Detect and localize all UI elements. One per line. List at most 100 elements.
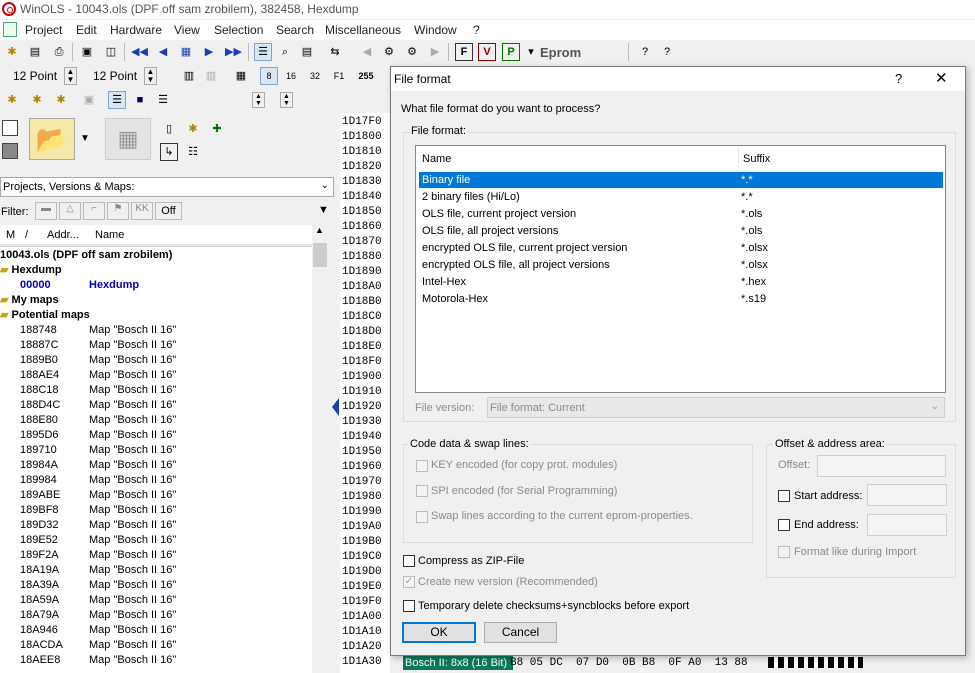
forward-gray-icon[interactable]: ▶: [426, 43, 444, 61]
file-format-row[interactable]: 2 binary files (Hi/Lo) *.*: [419, 189, 943, 205]
filter-icon-5[interactable]: KK: [131, 202, 153, 220]
filter-dropdown-icon[interactable]: ▼: [318, 204, 329, 216]
menu-miscellaneous[interactable]: Miscellaneous: [325, 23, 401, 37]
map-row[interactable]: 188E80 Map "Bosch II 16": [0, 413, 310, 428]
start-address-field[interactable]: [867, 484, 947, 506]
file-format-row[interactable]: encrypted OLS file, all project versions…: [419, 257, 943, 273]
wand2-icon[interactable]: ✱: [28, 91, 46, 109]
wand3-icon[interactable]: ✱: [52, 91, 70, 109]
map-row[interactable]: 189ABE Map "Bosch II 16": [0, 488, 310, 503]
spin3-icon[interactable]: ▲ ▼: [252, 92, 265, 108]
map-row[interactable]: 18984A Map "Bosch II 16": [0, 458, 310, 473]
map-row[interactable]: 188D4C Map "Bosch II 16": [0, 398, 310, 413]
file-format-row[interactable]: Intel-Hex *.hex: [419, 274, 943, 290]
open-project-icon[interactable]: 📂: [29, 118, 75, 160]
last-icon[interactable]: ▶▶: [224, 43, 242, 61]
map-row[interactable]: 18A79A Map "Bosch II 16": [0, 608, 310, 623]
tree-hexdump-folder[interactable]: ▰ Hexdump: [0, 263, 62, 278]
map-row[interactable]: 18AEE8 Map "Bosch II 16": [0, 653, 310, 668]
filter-off-button[interactable]: Off: [155, 202, 182, 220]
end-address-field[interactable]: [867, 514, 947, 536]
map-row[interactable]: 189710 Map "Bosch II 16": [0, 443, 310, 458]
tree-mymaps-folder[interactable]: ▰ My maps: [0, 293, 59, 308]
bit8-button[interactable]: 8: [260, 67, 278, 85]
columns2-icon[interactable]: ▥: [202, 67, 220, 85]
hexdump-view-icon[interactable]: ☰: [108, 91, 126, 109]
swap-lines-checkbox[interactable]: [416, 511, 428, 523]
col-addr[interactable]: Addr...: [47, 229, 79, 241]
col-m[interactable]: M: [6, 229, 15, 241]
map-row[interactable]: 18A59A Map "Bosch II 16": [0, 593, 310, 608]
start-address-checkbox[interactable]: [778, 490, 790, 502]
map-row[interactable]: 1889B0 Map "Bosch II 16": [0, 353, 310, 368]
tools-icon[interactable]: ✱: [3, 43, 21, 61]
sheet-icon[interactable]: ▤: [298, 43, 316, 61]
key-encoded-checkbox[interactable]: [416, 460, 428, 472]
connect-icon[interactable]: ⇆: [326, 43, 344, 61]
new-icon[interactable]: [2, 120, 18, 136]
print-icon[interactable]: ⎙: [50, 43, 68, 61]
add-page-icon[interactable]: ▯: [160, 120, 178, 138]
list-col-suffix[interactable]: Suffix: [743, 153, 770, 165]
menu-help[interactable]: ?: [473, 23, 480, 37]
menu-selection[interactable]: Selection: [214, 23, 263, 37]
file-version-select[interactable]: File format: Current ⌄: [487, 397, 945, 418]
end-address-checkbox[interactable]: [778, 519, 790, 531]
file-format-row[interactable]: Motorola-Hex *.s19: [419, 291, 943, 307]
create-version-checkbox[interactable]: ✓: [403, 576, 415, 588]
nav1-icon[interactable]: ⚙: [380, 43, 398, 61]
menu-search[interactable]: Search: [276, 23, 314, 37]
columns-icon[interactable]: ▥: [180, 67, 198, 85]
f-icon[interactable]: F: [455, 43, 473, 61]
dialog-close-button[interactable]: ✕: [935, 69, 948, 87]
copy-gray-icon[interactable]: ▣: [80, 91, 98, 109]
ok-button[interactable]: OK: [402, 622, 476, 643]
projects-dropdown[interactable]: Projects, Versions & Maps: ⌄: [0, 177, 334, 197]
map-row[interactable]: 189D32 Map "Bosch II 16": [0, 518, 310, 533]
menu-window[interactable]: Window: [414, 23, 457, 37]
font-size-2[interactable]: 12 Point: [93, 69, 137, 83]
find-icon[interactable]: ⌕: [276, 43, 294, 61]
tree-root[interactable]: 10043.ols (DPF off sam zrobilem): [0, 248, 172, 263]
save-icon[interactable]: [2, 143, 18, 159]
map-row[interactable]: 18A946 Map "Bosch II 16": [0, 623, 310, 638]
menu-project[interactable]: Project: [25, 23, 62, 37]
temp-delete-checkbox[interactable]: [403, 600, 415, 612]
map-row[interactable]: 189984 Map "Bosch II 16": [0, 473, 310, 488]
dec-255-button[interactable]: 255: [357, 67, 375, 85]
file-format-row[interactable]: OLS file, current project version *.ols: [419, 206, 943, 222]
map-view-icon[interactable]: ■: [131, 91, 149, 109]
bit32-button[interactable]: 32: [306, 67, 324, 85]
map-row[interactable]: 189F2A Map "Bosch II 16": [0, 548, 310, 563]
scroll-up-icon[interactable]: ▲: [315, 225, 324, 235]
menu-view[interactable]: View: [174, 23, 200, 37]
hex-bytes[interactable]: B8 05 DC 07 D0 0B B8 0F A0 13 88: [510, 656, 770, 670]
context-help-icon[interactable]: ?: [658, 43, 676, 61]
eprom-dropdown-icon[interactable]: ▾: [522, 43, 540, 61]
filter-icon-2[interactable]: △: [59, 202, 81, 220]
tree-scrollbar[interactable]: ▲: [312, 223, 328, 673]
filter-icon-1[interactable]: ▬: [35, 202, 57, 220]
wand1-icon[interactable]: ✱: [3, 91, 21, 109]
file-format-row[interactable]: OLS file, all project versions *.ols: [419, 223, 943, 239]
offset-field[interactable]: [817, 455, 946, 477]
map-row[interactable]: 1895D6 Map "Bosch II 16": [0, 428, 310, 443]
p-icon[interactable]: P: [502, 43, 520, 61]
col-name[interactable]: Name: [95, 229, 124, 241]
table-icon[interactable]: ▦: [232, 67, 250, 85]
open-dropdown-icon[interactable]: ▼: [77, 118, 93, 160]
compress-zip-checkbox[interactable]: [403, 555, 415, 567]
spin1-icon[interactable]: ▲ ▼: [64, 67, 77, 85]
spin4-icon[interactable]: ▲ ▼: [280, 92, 293, 108]
app-menu-icon[interactable]: [3, 22, 17, 37]
puzzle-icon[interactable]: ✚: [208, 120, 226, 138]
map-row[interactable]: 18887C Map "Bosch II 16": [0, 338, 310, 353]
v-icon[interactable]: V: [478, 43, 496, 61]
map-row[interactable]: 18A19A Map "Bosch II 16": [0, 563, 310, 578]
nav2-icon[interactable]: ⚙: [403, 43, 421, 61]
list-edit-icon[interactable]: ☷: [184, 143, 202, 161]
map-row[interactable]: 188C18 Map "Bosch II 16": [0, 383, 310, 398]
window-icon[interactable]: ▣: [78, 43, 96, 61]
tree-potential-folder[interactable]: ▰ Potential maps: [0, 308, 90, 323]
grid-icon[interactable]: ▦: [177, 43, 195, 61]
